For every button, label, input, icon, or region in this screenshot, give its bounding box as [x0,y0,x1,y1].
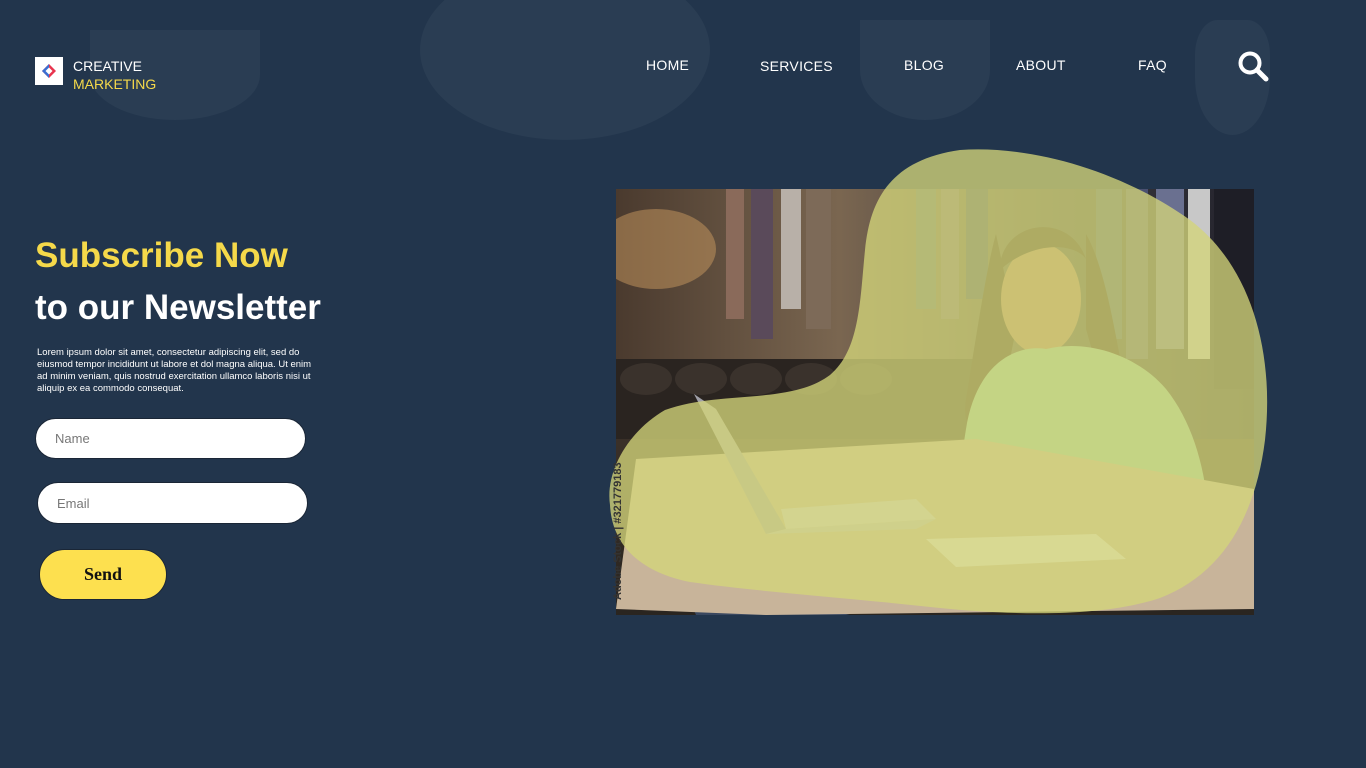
hero-photo [616,189,1254,615]
send-button[interactable]: Send [39,549,167,600]
nav-item-home[interactable]: HOME [646,57,689,73]
search-icon[interactable] [1236,50,1272,84]
nav-item-about[interactable]: ABOUT [1016,57,1066,73]
brand-line2: MARKETING [73,76,157,92]
nav-item-blog[interactable]: BLOG [904,57,944,73]
name-field[interactable] [35,418,306,459]
intro-paragraph: Lorem ipsum dolor sit amet, consectetur … [37,347,312,394]
email-field[interactable] [37,482,308,524]
headline: to our Newsletter [35,288,321,327]
stock-watermark: Adobe Stock | #321779183 [612,462,624,600]
main-nav: HOME SERVICES BLOG ABOUT FAQ [0,57,1366,77]
photo-illustration [616,189,1254,615]
nav-item-services[interactable]: SERVICES [760,58,833,74]
headline-highlight: Subscribe Now [35,236,288,275]
nav-item-faq[interactable]: FAQ [1138,57,1167,73]
